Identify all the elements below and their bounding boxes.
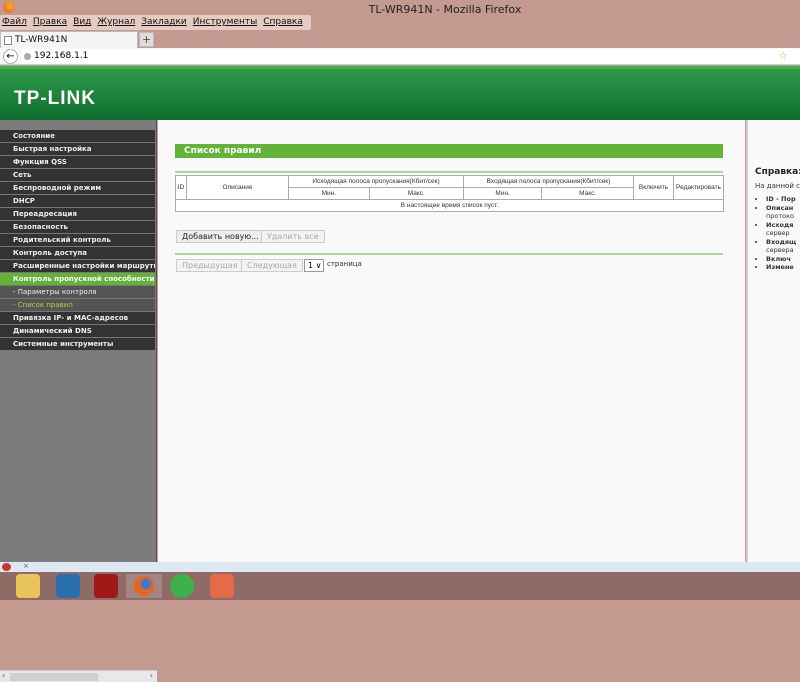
help-panel: Справка: С На данной стр ID - ПорОписанп… [746,120,800,562]
horizontal-scrollbar[interactable]: ‹ › [0,670,157,682]
previous-button[interactable]: Предыдущая [176,259,244,272]
sidebar-item[interactable]: - Параметры контроля [0,286,155,299]
col-description: Описание [186,175,289,200]
globe-icon [24,53,31,60]
page-select[interactable]: 1 ∨ [304,259,324,272]
sidebar-item[interactable]: Родительский контроль [0,234,155,247]
divider [175,171,723,173]
taskbar [0,572,800,600]
sidebar-item[interactable]: Безопасность [0,221,155,234]
adblock-icon[interactable] [2,563,11,571]
sidebar: Состояние Быстрая настройка Функция QSS Сет… [0,120,157,682]
title-bar: TL-WR941N - Mozilla Firefox [0,0,800,16]
mail-agent-icon[interactable] [170,574,194,598]
col-ingress-min: Мин. [462,187,543,200]
col-egress-min: Мин. [288,187,370,200]
menu-help[interactable]: Справка [263,15,303,30]
help-item-text: сервер [766,229,790,237]
menu-view[interactable]: Вид [73,15,91,30]
menu-tools[interactable]: Инструменты [193,15,257,30]
help-item: Входящсервера [766,238,796,255]
sidebar-item[interactable]: Быстрая настройка [0,143,155,156]
sidebar-item[interactable]: Сеть [0,169,155,182]
powerpoint-icon[interactable] [210,574,234,598]
help-item-text: сервера [766,246,794,254]
help-item-term: ID - Пор [766,195,796,203]
url-input[interactable]: 192.168.1.1 [22,49,800,64]
help-item-text: протоко [766,212,795,220]
page-label: страница [327,260,362,268]
router-header: TP-LINK [0,66,800,120]
tab-strip: TL-WR941N + [0,31,800,48]
sidebar-item[interactable]: Переадресация [0,208,155,221]
col-id: ID [175,175,187,200]
menu-edit[interactable]: Правка [33,15,67,30]
sidebar-item[interactable]: - Список правил [0,299,155,312]
back-button[interactable]: ← [3,49,18,64]
bookmark-star-icon[interactable]: ☆ [778,49,788,62]
new-tab-button[interactable]: + [139,32,154,47]
sidebar-item[interactable]: Беспроводной режим [0,182,155,195]
sidebar-item[interactable]: Динамический DNS [0,325,155,338]
rules-table: ID Описание Исходящая полоса пропускания… [175,175,724,212]
col-ingress: Входящая полоса пропускания(Кбит/сек) [462,175,635,188]
help-title: Справка: С [755,167,800,177]
col-ingress-max: Макс. [541,187,634,200]
sidebar-item[interactable]: Функция QSS [0,156,155,169]
tab-router[interactable]: TL-WR941N [0,31,138,48]
file-explorer-icon[interactable] [16,574,40,598]
col-egress-max: Макс. [368,187,464,200]
menu-file[interactable]: Файл [2,15,27,30]
next-button[interactable]: Следующая [241,259,303,272]
sidebar-item[interactable]: Состояние [0,130,155,143]
main-content: Список правил ID Описание Исходящая поло… [158,120,745,562]
help-intro: На данной стр [755,182,800,190]
divider [175,253,723,255]
help-item-term: Включ [766,254,791,263]
section-title: Список правил [175,144,723,158]
empty-message: В настоящее время список пуст. [175,199,724,212]
add-new-button[interactable]: Добавить новую... [176,230,265,243]
sidebar-item[interactable]: Расширенные настройки маршрутизации [0,260,155,273]
help-item-term: Описан [766,203,794,212]
delete-all-button[interactable]: Удалить все [261,230,325,243]
col-edit: Редактировать [673,175,724,200]
sidebar-item[interactable]: Системные инструменты [0,338,155,351]
sidebar-item[interactable]: Привязка IP- и MAC-адресов [0,312,155,325]
page-icon [4,36,12,45]
addon-bar: × [0,562,800,572]
sidebar-item[interactable]: Контроль пропускной способности [0,273,155,286]
help-item-term: Исходя [766,220,794,229]
help-item-term: Измене [766,263,794,271]
help-item: Исходясервер [766,221,796,238]
col-enable: Включить [633,175,674,200]
sidebar-item[interactable]: DHCP [0,195,155,208]
menu-history[interactable]: Журнал [97,15,135,30]
firefox-icon[interactable] [126,574,162,598]
col-egress: Исходящая полоса пропускания(Кбит/сек) [288,175,464,188]
power-icon[interactable] [94,574,118,598]
sidebar-item[interactable]: Контроль доступа [0,247,155,260]
tp-link-logo: TP-LINK [14,88,96,109]
navigation-bar: ← 192.168.1.1 ☆ [0,48,800,65]
help-item: ID - Пор [766,195,796,204]
help-item: Описанпротоко [766,204,796,221]
help-item: Включ [766,255,796,264]
help-item-term: Входящ [766,237,797,246]
close-icon[interactable]: × [23,562,29,570]
url-text: 192.168.1.1 [34,51,89,61]
tab-label: TL-WR941N [15,35,68,45]
help-item: Измене [766,263,796,272]
menu-bookmarks[interactable]: Закладки [141,15,187,30]
menu-bar: Файл Правка Вид Журнал Закладки Инструме… [0,15,311,30]
control-panel-icon[interactable] [56,574,80,598]
